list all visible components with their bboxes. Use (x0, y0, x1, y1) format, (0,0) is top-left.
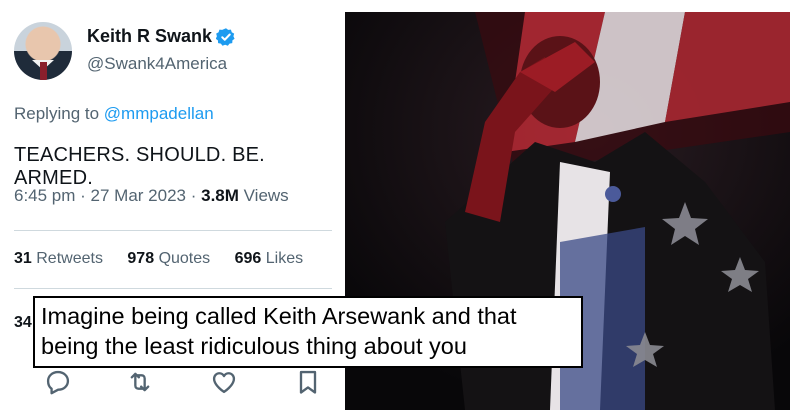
reply-icon[interactable] (44, 368, 72, 396)
tweet-actions (14, 368, 334, 400)
retweet-icon[interactable] (126, 368, 154, 396)
replying-to: Replying to @mmpadellan (14, 104, 214, 124)
bookmark-icon[interactable] (294, 368, 322, 396)
avatar-tie (40, 62, 47, 80)
tweet-meta: 6:45 pm · 27 Mar 2023 · 3.8M Views (14, 186, 289, 206)
views-count: 3.8M (201, 186, 239, 205)
divider (14, 288, 332, 289)
tweet-timestamp[interactable]: 6:45 pm · 27 Mar 2023 · (14, 186, 196, 205)
likes-count: 696 (234, 250, 262, 267)
quotes-label: Quotes (158, 250, 211, 267)
meme-caption: Imagine being called Keith Arsewank and … (33, 296, 583, 368)
likes-label: Likes (265, 250, 304, 267)
partial-stat-count: 34 (14, 314, 32, 331)
avatar[interactable] (14, 22, 72, 80)
reply-mention-link[interactable]: @mmpadellan (104, 104, 214, 123)
verified-badge-icon (216, 28, 235, 46)
retweets-label: Retweets (36, 250, 103, 267)
author-handle[interactable]: @Swank4America (87, 54, 227, 74)
quotes-count: 978 (127, 250, 155, 267)
tweet-text: TEACHERS. SHOULD. BE. ARMED. (14, 144, 265, 189)
quotes-stat[interactable]: 978 Quotes (127, 250, 210, 267)
author-name[interactable]: Keith R Swank (87, 26, 212, 47)
retweets-count: 31 (14, 250, 32, 267)
divider (14, 230, 332, 231)
retweets-stat[interactable]: 31 Retweets (14, 250, 103, 267)
likes-stat[interactable]: 696 Likes (235, 250, 304, 267)
replying-prefix: Replying to (14, 104, 100, 123)
views-label: Views (243, 186, 289, 205)
engagement-stats: 31 Retweets 978 Quotes 696 Likes (14, 250, 323, 268)
heart-icon[interactable] (210, 368, 238, 396)
